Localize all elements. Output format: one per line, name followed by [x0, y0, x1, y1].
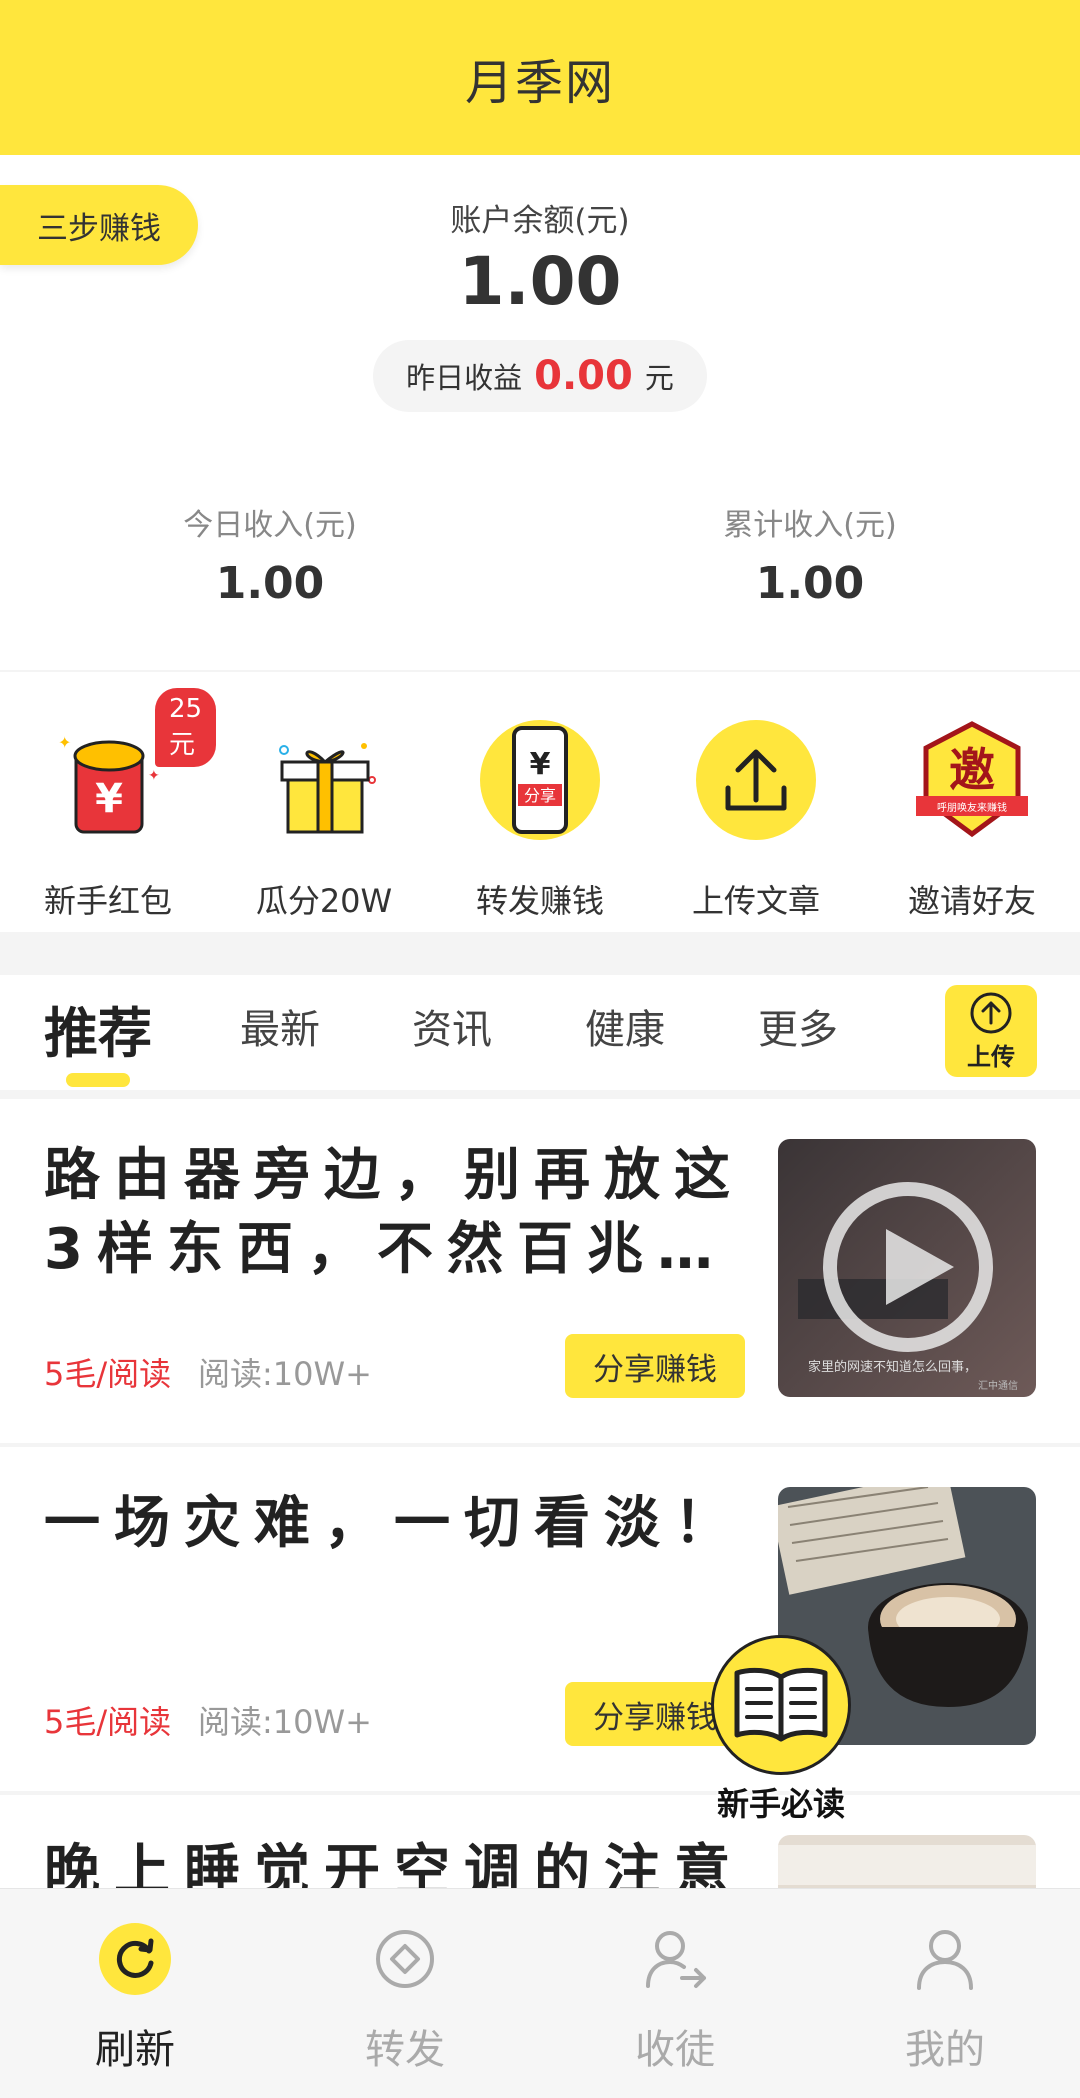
thumbnail-caption: 家里的网速不知道怎么回事， [808, 1359, 977, 1375]
thumbnail-source: 汇中通信 [978, 1379, 1018, 1392]
gift-box-icon [254, 710, 394, 850]
article-card[interactable]: 路由器旁边，别再放这3样东西，不然百兆… 5毛/阅读 阅读:10W+ 分享赚钱 … [0, 1099, 1080, 1443]
article-card[interactable]: 一场灾难，一切看淡！ 5毛/阅读 阅读:10W+ 分享赚钱 [0, 1447, 1080, 1791]
balance-label: 账户余额(元) [450, 203, 630, 239]
nav-label: 刷新 [95, 2027, 175, 2073]
today-income: 今日收入(元) 1.00 [0, 500, 540, 609]
shortcut-upload-article[interactable]: 上传文章 [648, 672, 864, 932]
article-reads: 阅读:10W+ [198, 1355, 372, 1393]
nav-label: 转发 [365, 2027, 445, 2073]
invite-badge-sub: 呼朋唤友来赚钱 [937, 801, 1007, 814]
shortcut-share-20w[interactable]: 瓜分20W [216, 672, 432, 932]
invite-badge-icon: 邀 呼朋唤友来赚钱 [902, 710, 1042, 850]
refresh-icon [95, 1919, 175, 1999]
yesterday-earnings-value: 0.00 [534, 353, 633, 399]
upload-button[interactable]: 上传 [945, 985, 1037, 1077]
article-title: 一场灾难，一切看淡！ [44, 1491, 744, 1556]
share-earn-button[interactable]: 分享赚钱 [565, 1334, 745, 1398]
upload-button-label: 上传 [967, 1042, 1015, 1071]
active-tab-indicator [66, 1073, 130, 1087]
yesterday-earnings-label: 昨日收益 [406, 361, 523, 395]
shortcut-forward-earn[interactable]: ¥ 分享 转发赚钱 [432, 672, 648, 932]
svg-text:¥: ¥ [95, 776, 123, 822]
tab-latest[interactable]: 最新 [240, 997, 320, 1055]
shortcut-newbie-red-packet[interactable]: ✦ ✦ ¥ 25元 新手红包 [0, 672, 217, 932]
invite-badge-glyph: 邀 [949, 743, 995, 797]
balance-value: 1.00 [458, 243, 622, 320]
article-price: 5毛/阅读 [44, 1355, 172, 1393]
today-income-value: 1.00 [215, 558, 325, 609]
total-income-value: 1.00 [755, 558, 865, 609]
phone-share-icon: ¥ 分享 [470, 710, 610, 850]
article-price: 5毛/阅读 [44, 1703, 172, 1741]
article-thumbnail: 家里的网速不知道怎么回事， 汇中通信 [778, 1139, 1036, 1397]
tab-recommend[interactable]: 推荐 [44, 989, 152, 1068]
article-card[interactable]: 晚上睡觉开空调的注意 [0, 1795, 1080, 1888]
phone-share-glyph: ¥ [530, 747, 551, 782]
total-income: 累计收入(元) 1.00 [540, 500, 1080, 609]
category-tabs: 推荐 最新 资讯 健康 更多 上传 [0, 975, 1080, 1090]
article-thumbnail [778, 1835, 1036, 1888]
nav-mine[interactable]: 我的 [810, 1889, 1080, 2098]
article-reads: 阅读:10W+ [198, 1703, 372, 1741]
nav-label: 我的 [905, 2027, 985, 2073]
article-title: 路由器旁边，别再放这3样东西，不然百兆… [44, 1143, 744, 1282]
article-title: 晚上睡觉开空调的注意 [44, 1839, 744, 1888]
svg-text:✦: ✦ [58, 733, 71, 752]
shortcut-grid: ✦ ✦ ¥ 25元 新手红包 瓜分20W ¥ 分享 转发赚钱 上传文章 邀 呼朋… [0, 672, 1080, 932]
shortcut-label: 新手红包 [43, 882, 172, 920]
nav-forward[interactable]: 转发 [270, 1889, 540, 2098]
add-disciple-icon [635, 1919, 715, 1999]
nav-refresh[interactable]: 刷新 [0, 1889, 270, 2098]
yesterday-earnings-pill: 昨日收益 0.00 元 [373, 340, 707, 412]
profile-icon [905, 1919, 985, 1999]
newbie-guide-button[interactable]: 新手必读 [706, 1635, 856, 1825]
forward-icon [365, 1919, 445, 1999]
nav-recruit[interactable]: 收徒 [540, 1889, 810, 2098]
red-packet-badge: 25元 [155, 688, 217, 767]
shortcut-label: 瓜分20W [255, 882, 393, 920]
tab-news[interactable]: 资讯 [412, 997, 492, 1055]
open-book-icon [711, 1635, 851, 1775]
app-header: 月季网 [0, 0, 1080, 155]
today-income-label: 今日收入(元) [183, 508, 357, 543]
phone-share-sub: 分享 [524, 786, 556, 805]
tab-more[interactable]: 更多 [758, 997, 838, 1055]
upload-circle-icon [970, 992, 1012, 1033]
tab-health[interactable]: 健康 [585, 997, 665, 1055]
nav-label: 收徒 [635, 2027, 715, 2073]
yesterday-earnings-unit: 元 [644, 361, 674, 395]
shortcut-label: 邀请好友 [907, 882, 1036, 920]
newbie-guide-label: 新手必读 [716, 1785, 845, 1823]
shortcut-label: 转发赚钱 [475, 882, 604, 920]
svg-text:✦: ✦ [148, 768, 160, 784]
total-income-label: 累计收入(元) [723, 508, 897, 543]
balance-card: 三步赚钱 账户余额(元) 1.00 昨日收益 0.00 元 今日收入(元) 1.… [0, 155, 1080, 670]
upload-icon [686, 710, 826, 850]
shortcut-invite-friends[interactable]: 邀 呼朋唤友来赚钱 邀请好友 [864, 672, 1080, 932]
app-title: 月季网 [464, 54, 615, 111]
bottom-navigation: 刷新 转发 收徒 我的 [0, 1888, 1080, 2098]
shortcut-label: 上传文章 [691, 882, 820, 920]
